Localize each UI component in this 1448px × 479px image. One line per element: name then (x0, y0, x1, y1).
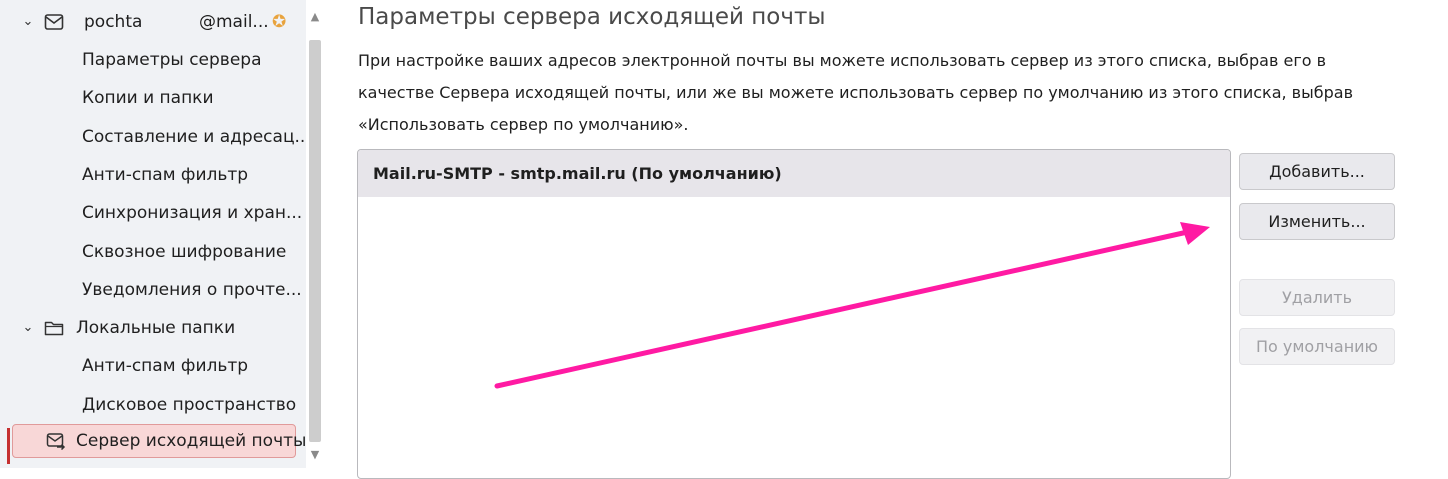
annotation-arrow (494, 222, 1210, 389)
